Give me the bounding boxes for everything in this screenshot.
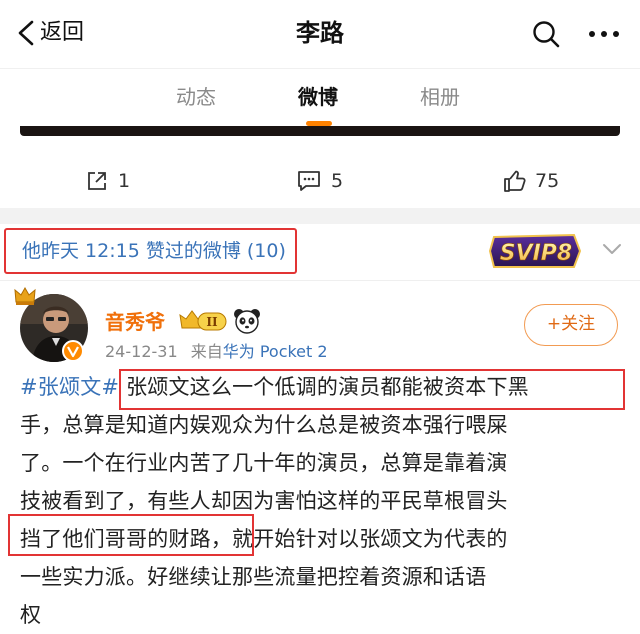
- svip-badge[interactable]: SVIP8: [488, 231, 584, 271]
- verified-badge-icon: [62, 340, 84, 362]
- section-separator: [0, 208, 640, 224]
- post-line: 权: [20, 603, 42, 627]
- like-icon: [504, 170, 526, 192]
- divider: [0, 280, 640, 281]
- post-line: 一些实力派。好继续让那些流量把控着资源和话语: [20, 565, 487, 589]
- post-line: 了。一个在行业内苦了几十年的演员，总算是靠着演: [20, 451, 508, 475]
- tab-weibo[interactable]: 微博: [298, 83, 338, 111]
- svip-label: SVIP8: [500, 241, 573, 266]
- like-count: 75: [535, 170, 560, 192]
- post-username[interactable]: 音秀爷: [105, 309, 165, 335]
- tab-dynamic[interactable]: 动态: [176, 83, 216, 111]
- post-line: 手，总算是知道内娱观众为什么总是被资本强行喂屎: [20, 413, 508, 437]
- more-icon[interactable]: [586, 22, 622, 46]
- like-button[interactable]: 75: [503, 168, 559, 194]
- top-nav-bar: 返回 李路: [0, 0, 640, 68]
- crown-icon: [14, 286, 36, 305]
- post-date: 24-12-31: [105, 342, 178, 361]
- profile-tabs: 动态 微博 相册: [0, 68, 640, 131]
- hashtag-link[interactable]: #张颂文#: [20, 375, 119, 399]
- comment-icon: [298, 171, 320, 191]
- chevron-down-icon[interactable]: [601, 240, 623, 258]
- liked-posts-header[interactable]: 他昨天 12:15 赞过的微博 (10): [22, 238, 286, 264]
- member-level-badge: II: [179, 310, 227, 331]
- tab-album[interactable]: 相册: [420, 83, 460, 111]
- search-icon[interactable]: [531, 19, 561, 49]
- panda-icon: [234, 309, 260, 334]
- source-prefix: 来自: [190, 342, 223, 361]
- comment-button[interactable]: 5: [297, 168, 343, 194]
- post-source[interactable]: 华为 Pocket 2: [223, 342, 328, 361]
- previous-post-media[interactable]: [20, 126, 620, 136]
- highlight-box: [119, 369, 625, 410]
- level-label: II: [206, 315, 218, 329]
- share-count: 1: [118, 170, 131, 192]
- highlight-box: [8, 514, 254, 556]
- share-button[interactable]: 1: [86, 168, 130, 194]
- follow-button[interactable]: +关注: [524, 304, 618, 346]
- comment-count: 5: [331, 170, 344, 192]
- share-icon: [88, 172, 106, 190]
- post-meta: 24-12-31 来自华为 Pocket 2: [105, 341, 328, 363]
